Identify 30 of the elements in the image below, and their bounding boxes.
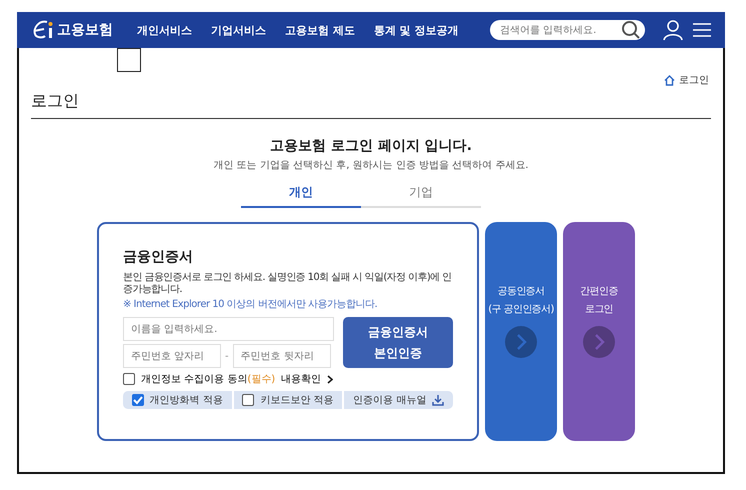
auth-method-panel[interactable]: 공동인증서 (구 공인인증서): [485, 222, 557, 441]
nav-link[interactable]: 기업서비스: [211, 22, 266, 38]
name-field[interactable]: 이름을 입력하세요.: [123, 317, 334, 341]
separator: -: [225, 350, 229, 362]
card-note: ※ Internet Explorer 10 이상의 버전에서만 사용가능합니다.: [123, 298, 378, 311]
option-label: 키보드보안 적용: [260, 394, 334, 407]
card-title: 금융인증서: [123, 248, 194, 266]
auth-method-panel[interactable]: 간편인증 로그인: [563, 222, 635, 441]
logo-text[interactable]: 고용보험: [57, 21, 113, 39]
page-title: 로그인: [31, 91, 711, 119]
option-toggle[interactable]: 개인방화벽 적용: [123, 391, 232, 409]
details-link[interactable]: 내용확인: [281, 372, 322, 386]
intro-title: 고용보험 로그인 페이지 입니다.: [269, 137, 473, 155]
certificate-login-button[interactable]: 금융인증서 본인인증: [343, 317, 453, 368]
card-description: 본인 금융인증서로 로그인 하세요. 실명인증 10회 실패 시 익일(자정 이후)에 인증가능합니다.: [123, 272, 452, 296]
consent-label: 개인정보 수집이용 동의(필수): [141, 373, 276, 386]
nav-link[interactable]: 개인서비스: [137, 22, 192, 38]
breadcrumb-item[interactable]: 로그인: [679, 73, 709, 87]
option-label: 인증이용 매뉴얼: [353, 394, 426, 407]
search-field[interactable]: 검색어를 입력하세요.: [490, 20, 645, 40]
id-front-field[interactable]: 주민번호 앞자리: [123, 344, 221, 368]
id-back-field[interactable]: 주민번호 뒷자리: [232, 344, 331, 368]
option-label: 개인방화벽 적용: [150, 394, 223, 407]
option-toggle[interactable]: 키보드보안 적용: [234, 391, 342, 409]
manual-download-button[interactable]: 인증이용 매뉴얼: [344, 391, 454, 409]
tab[interactable]: 기업: [361, 181, 481, 208]
intro-subtitle: 개인 또는 기업을 선택하신 후, 원하시는 인증 방법을 선택하여 주세요.: [212, 159, 530, 172]
nav-link[interactable]: 고용보험 제도: [285, 22, 355, 38]
nav-link[interactable]: 통계 및 정보공개: [374, 22, 459, 38]
tab[interactable]: 개인: [241, 181, 361, 208]
